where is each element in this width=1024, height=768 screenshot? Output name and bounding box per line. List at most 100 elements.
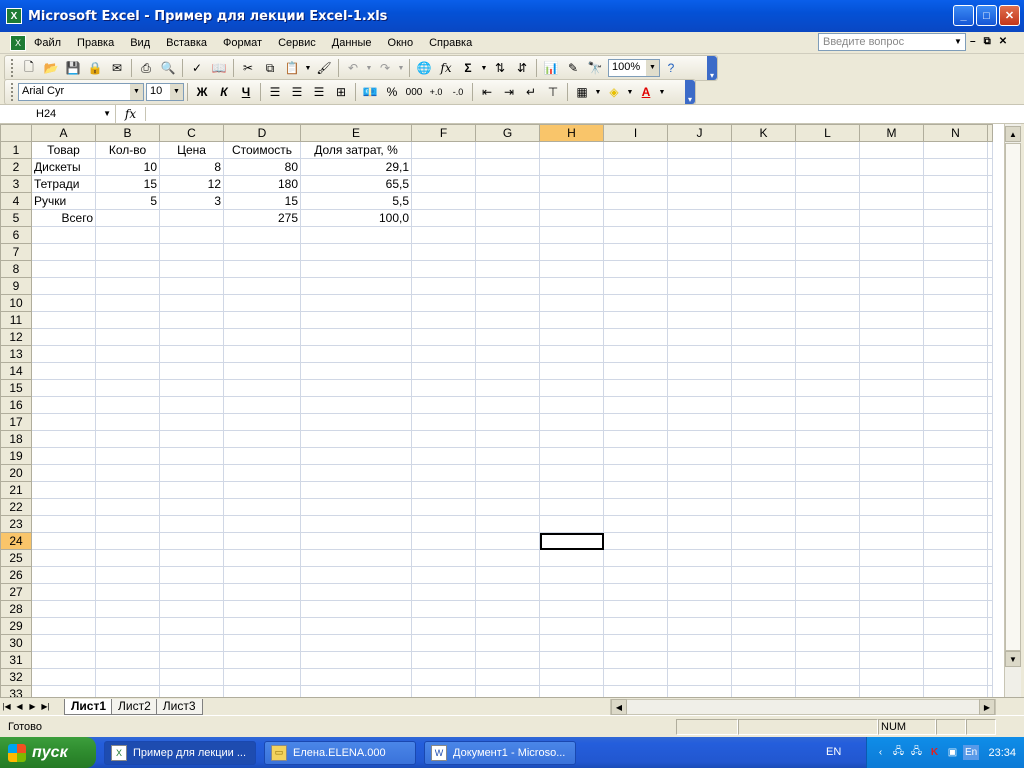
cell[interactable] xyxy=(475,447,540,465)
row-header[interactable]: 7 xyxy=(0,243,32,261)
cell[interactable] xyxy=(539,243,604,261)
cell[interactable] xyxy=(475,277,540,295)
cell[interactable] xyxy=(159,430,224,448)
cell[interactable] xyxy=(159,226,224,244)
cell[interactable] xyxy=(95,583,160,601)
drawing-icon[interactable]: ✎ xyxy=(562,57,584,79)
cell[interactable] xyxy=(475,464,540,482)
cell[interactable] xyxy=(795,362,860,380)
row-header[interactable]: 28 xyxy=(0,600,32,618)
scroll-thumb[interactable] xyxy=(1005,143,1021,651)
cell[interactable] xyxy=(95,481,160,499)
cell[interactable] xyxy=(667,600,732,618)
cell[interactable] xyxy=(731,447,796,465)
cell[interactable] xyxy=(95,311,160,329)
cell[interactable] xyxy=(987,294,993,312)
increase-indent-icon[interactable]: ⇥ xyxy=(498,81,520,103)
find-icon[interactable]: 🔭 xyxy=(584,57,606,79)
cell[interactable] xyxy=(667,294,732,312)
cell[interactable] xyxy=(223,447,301,465)
cell[interactable] xyxy=(603,362,668,380)
cell[interactable] xyxy=(159,243,224,261)
antivirus-icon[interactable]: K xyxy=(927,745,942,760)
cell[interactable] xyxy=(603,651,668,669)
cell[interactable] xyxy=(603,464,668,482)
cell[interactable] xyxy=(859,192,924,210)
cell[interactable] xyxy=(95,243,160,261)
tray-language-indicator[interactable]: En xyxy=(963,745,980,760)
cell[interactable] xyxy=(31,430,96,448)
cell[interactable] xyxy=(795,175,860,193)
select-all-corner[interactable] xyxy=(0,124,32,142)
sort-ascending-icon[interactable]: ⇅ xyxy=(489,57,511,79)
cell[interactable] xyxy=(795,634,860,652)
cell[interactable] xyxy=(159,260,224,278)
cell[interactable] xyxy=(300,617,412,635)
cell[interactable] xyxy=(411,311,476,329)
cell[interactable] xyxy=(539,685,604,697)
cell[interactable] xyxy=(31,294,96,312)
cell[interactable] xyxy=(475,311,540,329)
cell[interactable] xyxy=(159,651,224,669)
cell[interactable] xyxy=(223,226,301,244)
cell[interactable] xyxy=(731,362,796,380)
cell[interactable] xyxy=(731,379,796,397)
cell[interactable] xyxy=(475,634,540,652)
decrease-indent-icon[interactable]: ⇤ xyxy=(476,81,498,103)
cell[interactable] xyxy=(223,430,301,448)
cell[interactable] xyxy=(411,413,476,431)
cell[interactable] xyxy=(987,617,993,635)
close-button[interactable]: ✕ xyxy=(999,5,1020,26)
cell[interactable] xyxy=(667,396,732,414)
cell[interactable] xyxy=(667,277,732,295)
cell[interactable] xyxy=(300,549,412,567)
merge-center-icon[interactable]: ⊞ xyxy=(330,81,352,103)
cell[interactable] xyxy=(95,498,160,516)
next-sheet-icon[interactable]: ▶ xyxy=(26,702,39,711)
cell[interactable] xyxy=(731,617,796,635)
cell[interactable] xyxy=(603,141,668,159)
cell[interactable] xyxy=(95,617,160,635)
cell[interactable] xyxy=(731,209,796,227)
decrease-decimal-icon[interactable]: -.0 xyxy=(447,81,469,103)
cell[interactable] xyxy=(223,328,301,346)
row-header[interactable]: 31 xyxy=(0,651,32,669)
research-icon[interactable]: 📖 xyxy=(208,57,230,79)
cell[interactable] xyxy=(667,328,732,346)
cell[interactable] xyxy=(539,226,604,244)
cell[interactable] xyxy=(539,668,604,686)
cell[interactable] xyxy=(475,668,540,686)
cell[interactable] xyxy=(411,583,476,601)
cell[interactable] xyxy=(31,481,96,499)
cell[interactable] xyxy=(300,430,412,448)
cell[interactable] xyxy=(667,345,732,363)
cell[interactable] xyxy=(731,600,796,618)
cell[interactable] xyxy=(795,294,860,312)
cell[interactable] xyxy=(95,651,160,669)
menu-view[interactable]: Вид xyxy=(122,37,158,49)
cell[interactable] xyxy=(667,481,732,499)
cell[interactable] xyxy=(223,566,301,584)
cell[interactable] xyxy=(603,600,668,618)
toolbar-options-icon[interactable]: ▾ xyxy=(685,80,695,104)
cell[interactable] xyxy=(539,345,604,363)
autosum-icon[interactable]: Σ xyxy=(457,57,479,79)
cell[interactable] xyxy=(223,294,301,312)
cell[interactable] xyxy=(223,600,301,618)
cell[interactable] xyxy=(95,413,160,431)
cell[interactable] xyxy=(31,260,96,278)
cell[interactable] xyxy=(667,515,732,533)
cell[interactable] xyxy=(667,209,732,227)
cell[interactable] xyxy=(923,515,988,533)
increase-decimal-icon[interactable]: +.0 xyxy=(425,81,447,103)
row-header[interactable]: 21 xyxy=(0,481,32,499)
cell[interactable] xyxy=(859,617,924,635)
cell[interactable] xyxy=(667,617,732,635)
cell[interactable] xyxy=(603,532,668,550)
cell[interactable] xyxy=(603,209,668,227)
cell[interactable] xyxy=(603,260,668,278)
cell[interactable] xyxy=(603,447,668,465)
help-icon[interactable]: ? xyxy=(660,57,682,79)
cell[interactable] xyxy=(731,532,796,550)
cell[interactable] xyxy=(475,685,540,697)
